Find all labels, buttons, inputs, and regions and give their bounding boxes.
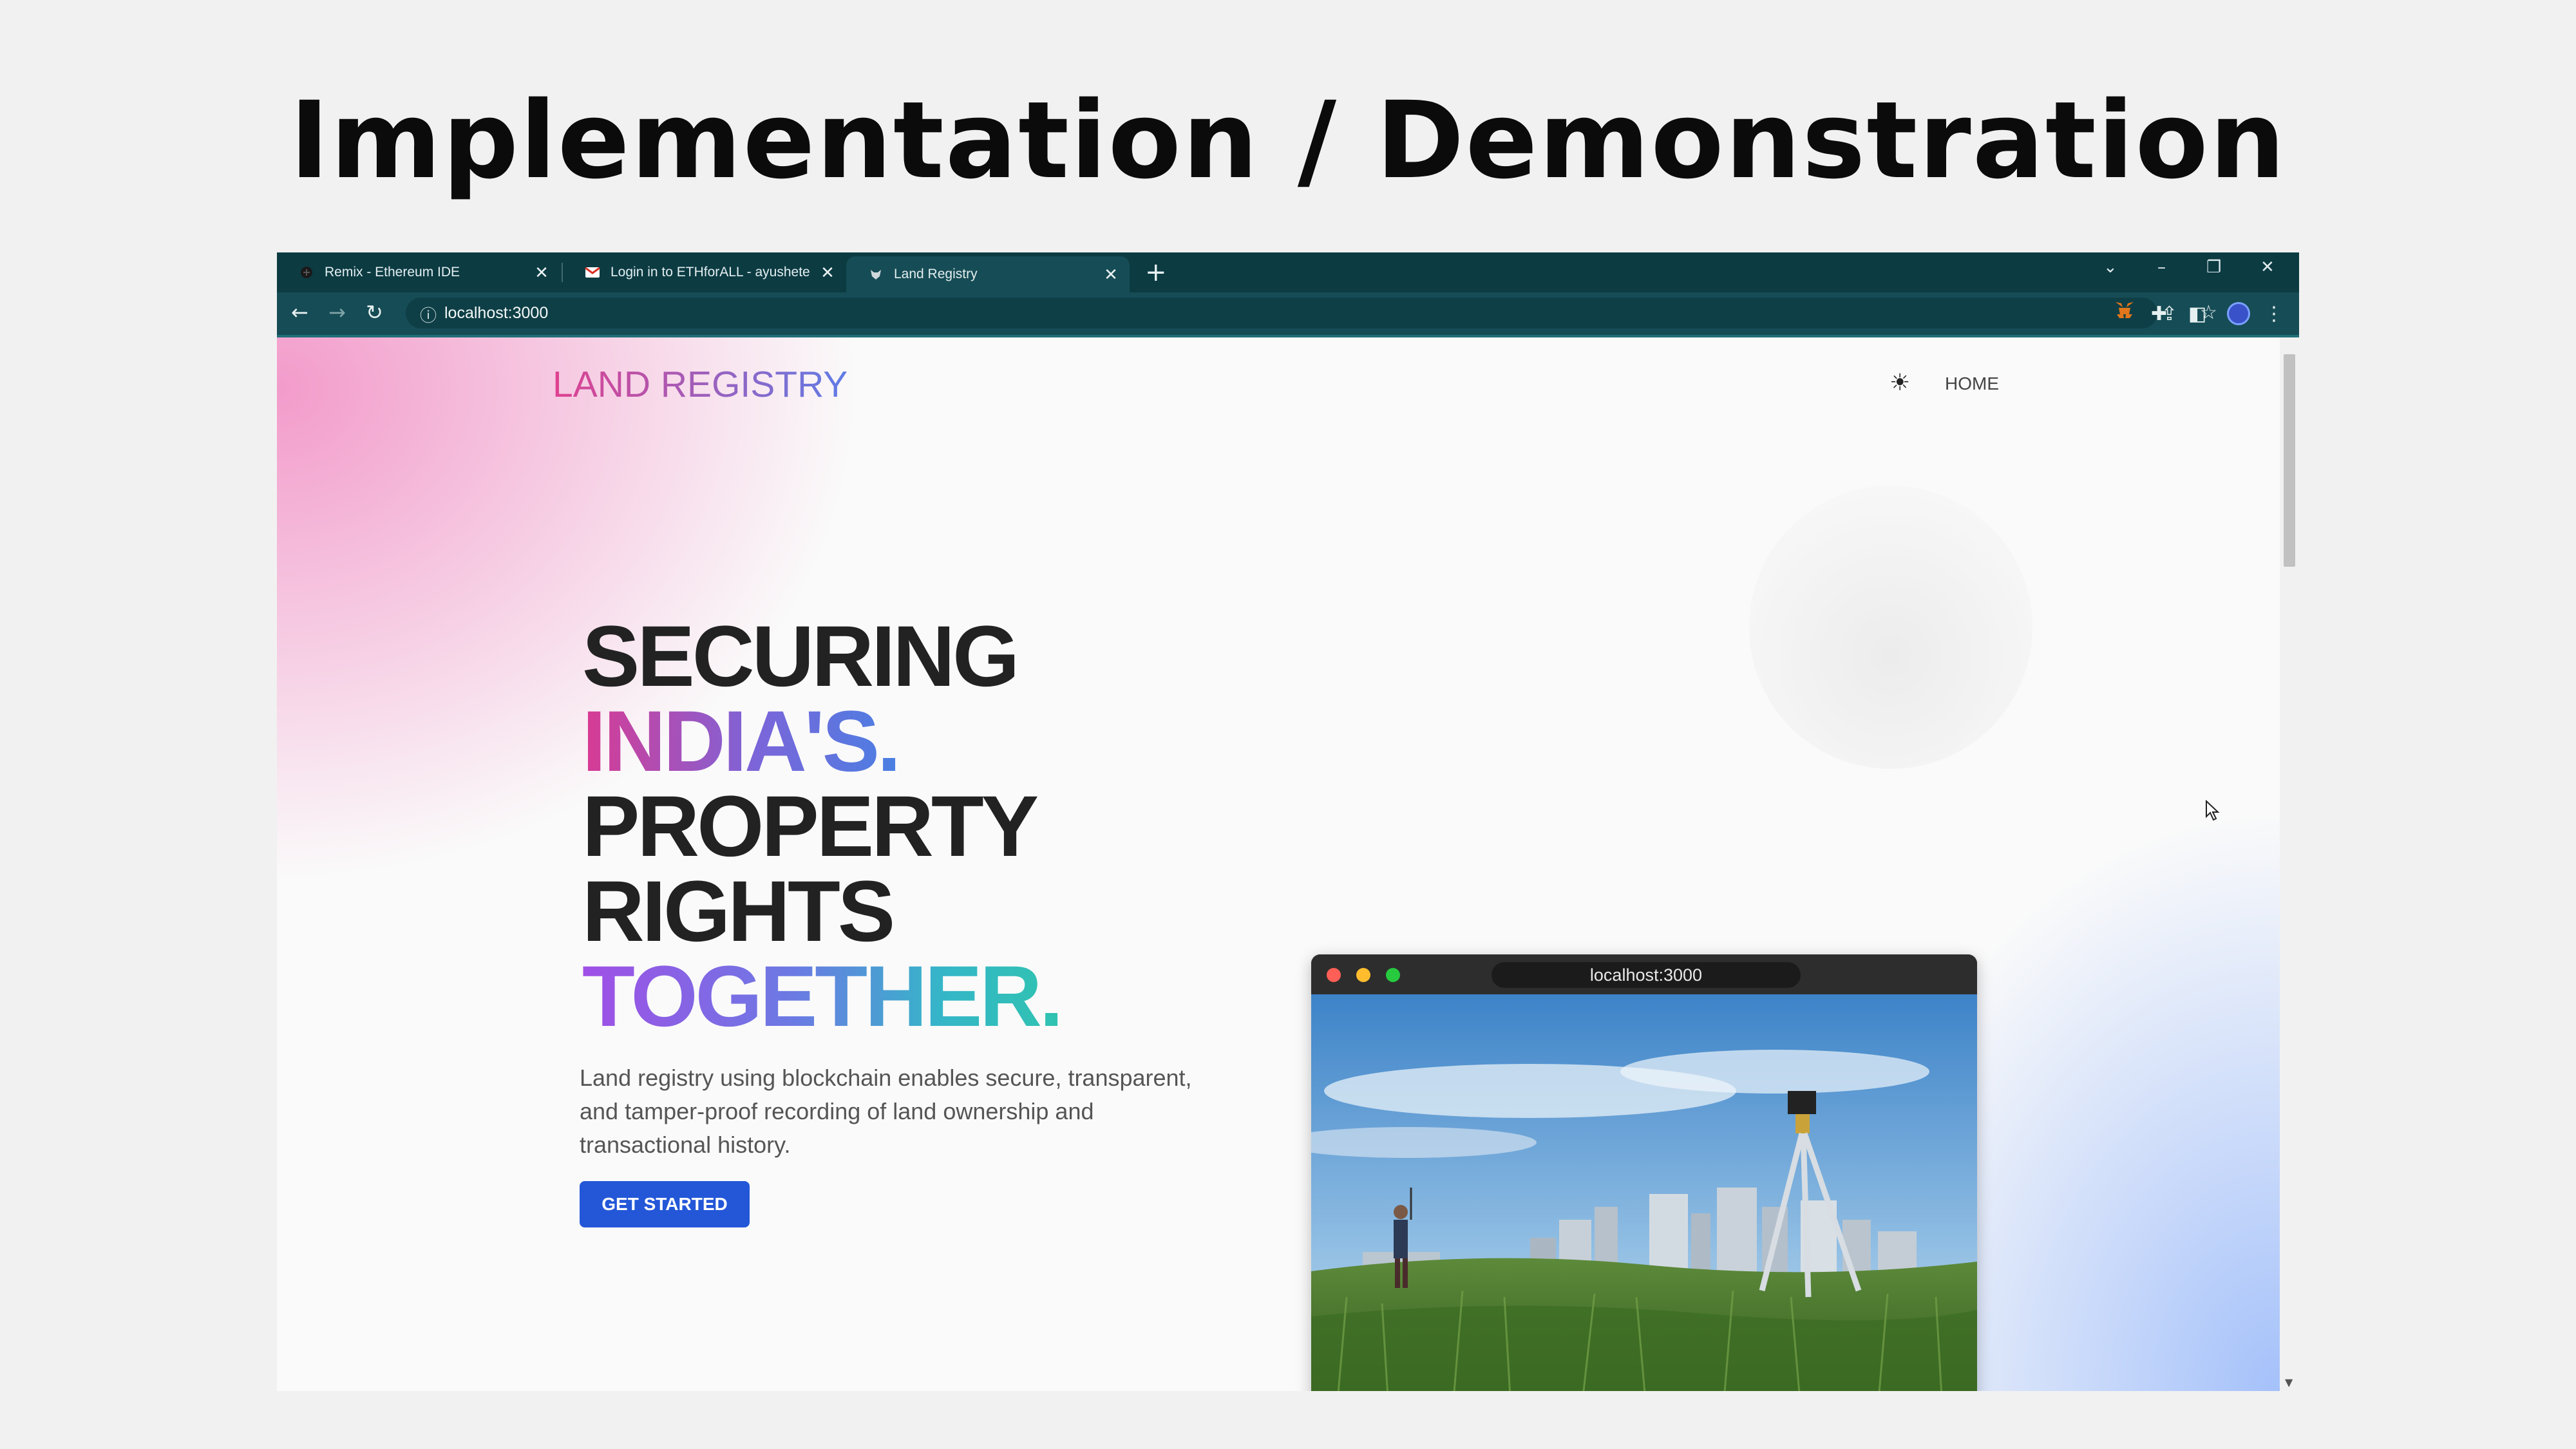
tab-gmail[interactable]: Login in to ETHforALL - ayushete ✕ — [563, 252, 846, 292]
surveyor-photo — [1311, 994, 1977, 1391]
hero-line-rights: RIGHTS — [582, 864, 895, 960]
address-bar[interactable]: ⓘ localhost:3000 ⇪ ☆ — [406, 298, 2217, 328]
sun-icon[interactable]: ☀ — [1889, 370, 1910, 396]
scrollbar-thumb[interactable] — [2284, 354, 2295, 567]
avatar[interactable] — [2227, 302, 2250, 325]
hero-line-together: TOGETHER. — [582, 949, 1063, 1045]
scroll-down-icon[interactable]: ▼ — [2285, 1376, 2293, 1388]
side-panel-icon[interactable]: ◧ — [2188, 303, 2206, 325]
maximize-dot-icon — [1386, 968, 1400, 982]
menu-icon[interactable]: ⋮ — [2264, 303, 2284, 325]
minimize-dot-icon — [1356, 968, 1370, 982]
close-icon[interactable]: ✕ — [532, 263, 551, 283]
preview-url: localhost:3000 — [1492, 962, 1801, 988]
tab-strip: Remix - Ethereum IDE ✕ Login in to ETHfo… — [277, 252, 2299, 292]
hero-heading: SECURING INDIA'S. PROPERTY RIGHTS TOGETH… — [582, 609, 1063, 1045]
remix-icon — [299, 265, 314, 280]
extensions-icon[interactable]: ✚ — [2151, 303, 2167, 325]
new-tab-button[interactable]: + — [1145, 258, 1167, 287]
slide-title: Implementation / Demonstration — [289, 79, 2287, 202]
decorative-circle — [1749, 486, 2032, 769]
tab-title: Login in to ETHforALL - ayushete — [611, 265, 810, 279]
preview-titlebar: localhost:3000 — [1311, 954, 1977, 994]
fox-icon — [868, 267, 884, 282]
gmail-icon — [585, 265, 600, 280]
hero-line-property: PROPERTY — [582, 779, 1039, 875]
back-icon[interactable]: ← — [291, 300, 308, 325]
hero-line-securing: SECURING — [582, 609, 1019, 705]
minimize-icon[interactable]: – — [2157, 258, 2166, 277]
mouse-cursor-icon — [2206, 800, 2220, 821]
forward-icon[interactable]: → — [328, 300, 346, 325]
page-scrollbar[interactable]: ▼ — [2280, 337, 2299, 1391]
nav-home-link[interactable]: HOME — [1945, 374, 1999, 394]
close-dot-icon — [1327, 968, 1341, 982]
hero-line-indias: INDIA'S. — [582, 694, 901, 790]
page-viewport: LAND REGISTRY ☀ HOME SECURING INDIA'S. P… — [277, 337, 2280, 1391]
url-text: localhost:3000 — [444, 304, 549, 322]
get-started-button[interactable]: GET STARTED — [580, 1181, 750, 1227]
site-info-icon[interactable]: ⓘ — [420, 303, 437, 327]
tab-title: Remix - Ethereum IDE — [325, 265, 460, 279]
tab-remix[interactable]: Remix - Ethereum IDE ✕ — [277, 252, 560, 292]
tab-search-icon[interactable]: ⌄ — [2103, 258, 2117, 277]
restore-icon[interactable]: ❐ — [2206, 258, 2221, 277]
browser-window: Remix - Ethereum IDE ✕ Login in to ETHfo… — [277, 252, 2299, 1391]
metamask-icon[interactable] — [2114, 300, 2136, 326]
site-logo[interactable]: LAND REGISTRY — [553, 363, 848, 406]
reload-icon[interactable]: ↻ — [366, 300, 383, 325]
hero-description: Land registry using blockchain enables s… — [580, 1065, 1192, 1158]
preview-window: localhost:3000 — [1311, 954, 1977, 1391]
tab-land-registry[interactable]: Land Registry ✕ — [846, 256, 1130, 292]
window-close-icon[interactable]: ✕ — [2260, 258, 2275, 277]
close-icon[interactable]: ✕ — [1101, 265, 1121, 285]
toolbar: ← → ↻ ⓘ localhost:3000 ⇪ ☆ ✚ ◧ ⋮ — [277, 292, 2299, 337]
tab-title: Land Registry — [894, 267, 978, 281]
close-icon[interactable]: ✕ — [818, 263, 837, 283]
